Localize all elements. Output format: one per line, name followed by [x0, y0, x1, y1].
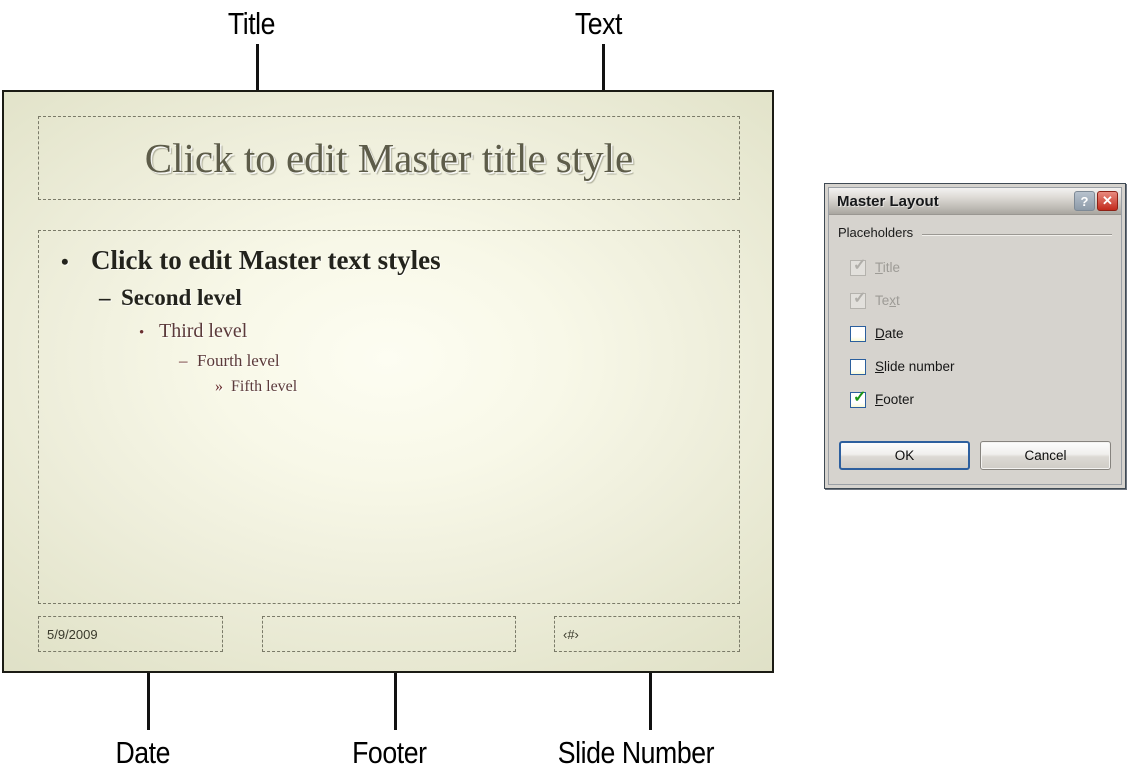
date-placeholder[interactable]: 5/9/2009 — [38, 616, 223, 652]
checkmark-icon: ✓ — [853, 388, 867, 406]
checkbox-slide-number[interactable] — [850, 358, 866, 375]
help-icon[interactable]: ? — [1074, 191, 1095, 211]
checkbox-text: ✓ — [850, 289, 867, 309]
bullet-level-3-icon: • — [139, 325, 145, 341]
checkbox-row-date[interactable]: Date — [850, 317, 955, 350]
dialog-body: Placeholders ✓ Title ✓ Text Date Slide n… — [829, 215, 1121, 484]
body-level-4: – Fourth level — [179, 351, 723, 371]
checkbox-label-date: Date — [875, 326, 904, 341]
callout-label-date: Date — [115, 735, 171, 770]
body-level-5-text: Fifth level — [231, 378, 298, 395]
body-level-3-text: Third level — [159, 320, 248, 342]
slide-number-placeholder-text: ‹#› — [563, 626, 579, 642]
title-placeholder[interactable]: Click to edit Master title style — [38, 116, 740, 200]
checkbox-row-title[interactable]: ✓ Title — [850, 251, 955, 284]
body-level-2: – Second level — [99, 285, 723, 311]
checkbox-footer[interactable]: ✓ — [850, 388, 867, 408]
slide-number-placeholder[interactable]: ‹#› — [554, 616, 740, 652]
bullet-level-2-icon: – — [99, 285, 111, 310]
master-layout-dialog: Master Layout ? ✕ Placeholders ✓ Title ✓… — [824, 183, 1126, 489]
callout-label-footer: Footer — [352, 735, 427, 770]
body-level-1-text: Click to edit Master text styles — [91, 245, 441, 275]
bullet-level-1-icon: • — [61, 249, 69, 274]
dialog-button-row: OK Cancel — [839, 441, 1111, 470]
ok-button[interactable]: OK — [839, 441, 970, 470]
checkmark-icon: ✓ — [853, 289, 867, 307]
body-level-3: • Third level — [139, 320, 723, 343]
checkbox-title: ✓ — [850, 256, 867, 276]
dialog-inner-frame: Master Layout ? ✕ Placeholders ✓ Title ✓… — [828, 187, 1122, 485]
checkmark-icon: ✓ — [853, 256, 867, 274]
placeholders-group-label: Placeholders — [838, 225, 920, 240]
body-level-2-text: Second level — [121, 285, 242, 310]
bullet-level-4-icon: – — [179, 351, 188, 370]
placeholder-checkbox-list: ✓ Title ✓ Text Date Slide number ✓ Foote… — [850, 251, 955, 416]
text-placeholder[interactable]: • Click to edit Master text styles – Sec… — [38, 230, 740, 604]
body-level-4-text: Fourth level — [197, 351, 280, 370]
close-icon[interactable]: ✕ — [1097, 191, 1118, 211]
group-divider — [922, 234, 1112, 236]
checkbox-row-text[interactable]: ✓ Text — [850, 284, 955, 317]
callout-label-title: Title — [227, 6, 276, 41]
slide-master-preview: Click to edit Master title style • Click… — [2, 90, 774, 673]
checkbox-label-title: Title — [875, 260, 901, 275]
callout-label-text: Text — [574, 6, 623, 41]
dialog-title-bar[interactable]: Master Layout ? ✕ — [829, 188, 1121, 215]
checkbox-row-footer[interactable]: ✓ Footer — [850, 383, 955, 416]
checkbox-label-slide-number: Slide number — [875, 359, 955, 374]
body-level-5: » Fifth level — [215, 378, 723, 396]
date-placeholder-text: 5/9/2009 — [47, 626, 98, 642]
checkbox-label-text: Text — [875, 293, 900, 308]
title-placeholder-text: Click to edit Master title style — [144, 135, 634, 181]
body-level-1: • Click to edit Master text styles — [61, 245, 723, 276]
callout-label-slide-number: Slide Number — [557, 735, 715, 770]
cancel-button[interactable]: Cancel — [980, 441, 1111, 470]
dialog-title-text: Master Layout — [837, 192, 939, 210]
footer-placeholder[interactable] — [262, 616, 516, 652]
checkbox-date[interactable] — [850, 325, 866, 342]
placeholders-group: Placeholders ✓ Title ✓ Text Date Slide n… — [838, 225, 1112, 408]
checkbox-row-slide-number[interactable]: Slide number — [850, 350, 955, 383]
checkbox-label-footer: Footer — [875, 392, 915, 407]
bullet-level-5-icon: » — [215, 378, 223, 395]
